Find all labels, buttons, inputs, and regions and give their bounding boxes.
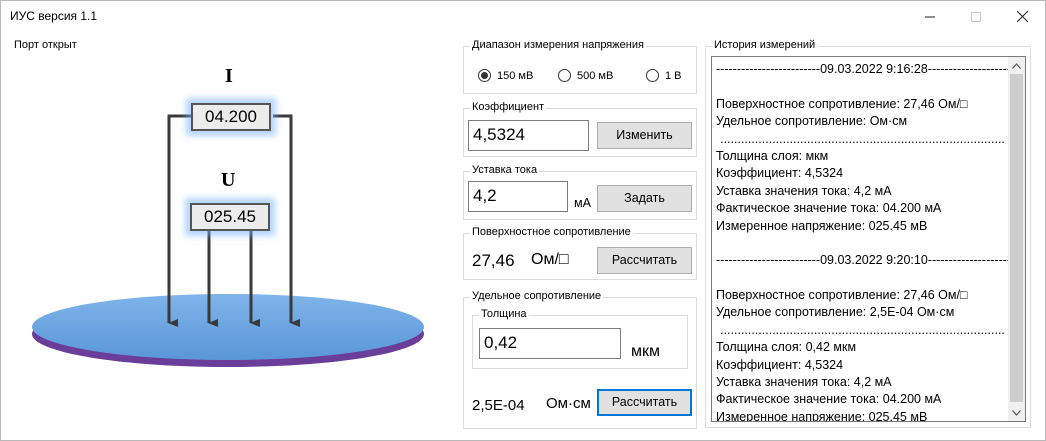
voltage-range-group: Диапазон измерения напряжения 150 мВ 500… xyxy=(463,39,697,94)
specific-resistance-unit: Ом·см xyxy=(546,395,591,412)
thickness-group: Толщина 0,42 мкм xyxy=(472,308,688,369)
change-coefficient-button[interactable]: Изменить xyxy=(597,122,692,149)
history-line: Измеренное напряжение: 025.45 мВ xyxy=(716,409,928,422)
range-radio-150mv[interactable]: 150 мВ xyxy=(478,69,533,82)
current-meter-display: 04.200 xyxy=(191,103,271,131)
specific-resistance-value: 2,5E-04 xyxy=(472,397,525,414)
close-icon xyxy=(1016,11,1028,22)
history-line: Измеренное напряжение: 025.45 мВ xyxy=(716,218,928,233)
thickness-input[interactable]: 0,42 xyxy=(479,328,621,359)
coefficient-input[interactable]: 4,5324 xyxy=(468,120,589,151)
maximize-button[interactable] xyxy=(953,1,999,32)
current-setpoint-title: Уставка тока xyxy=(470,164,540,176)
history-line xyxy=(716,235,1009,252)
current-wire-left xyxy=(167,114,191,327)
history-line xyxy=(716,270,1009,287)
app-window: ИУС версия 1.1 Порт открыт I 04.200 U 02… xyxy=(0,0,1046,441)
surface-resistance-group: Поверхностное сопротивление 27,46 Ом/□ Р… xyxy=(463,226,697,280)
history-line: Уставка значения тока: 4,2 мА xyxy=(716,183,892,198)
scrollbar-thumb[interactable] xyxy=(1010,74,1023,402)
current-wire-right xyxy=(273,114,300,327)
history-lines: -------------------------09.03.2022 9:16… xyxy=(716,61,1009,422)
history-line: Коэффициент: 4,5324 xyxy=(716,166,844,181)
specific-resistance-group: Удельное сопротивление Толщина 0,42 мкм … xyxy=(463,290,697,429)
history-line: Толщина слоя: 0,42 мкм xyxy=(716,340,857,355)
current-unit-label: мА xyxy=(574,196,591,210)
history-line: Толщина слоя: мкм xyxy=(716,148,829,163)
history-line: Коэффициент: 4,5324 xyxy=(716,357,844,372)
chevron-up-icon xyxy=(1012,62,1021,69)
history-line: Фактическое значение тока: 04.200 мА xyxy=(716,201,942,216)
voltage-symbol: U xyxy=(221,169,236,191)
history-line: Удельное сопротивление: Ом·см xyxy=(716,114,908,129)
radio-checked-icon xyxy=(478,69,491,82)
radio-unchecked-icon xyxy=(558,69,571,82)
range-radio-500mv[interactable]: 500 мВ xyxy=(558,69,613,82)
radio-unchecked-icon xyxy=(646,69,659,82)
scroll-up-button[interactable] xyxy=(1008,57,1025,74)
history-title: История измерений xyxy=(712,39,818,51)
sample-disc xyxy=(32,294,424,360)
coefficient-group: Коэффициент 4,5324 Изменить xyxy=(463,101,697,157)
close-button[interactable] xyxy=(999,1,1045,32)
current-setpoint-group: Уставка тока 4,2 мА Задать xyxy=(463,164,697,220)
history-textbox[interactable]: -------------------------09.03.2022 9:16… xyxy=(711,56,1026,422)
history-line: Поверхностное сопротивление: 27,46 Ом/□ xyxy=(716,288,968,303)
calculate-specific-button[interactable]: Рассчитать xyxy=(597,389,692,416)
voltage-meter-display: 025.45 xyxy=(190,203,270,231)
thickness-unit: мкм xyxy=(631,343,660,360)
history-scrollbar[interactable] xyxy=(1008,57,1025,421)
chevron-down-icon xyxy=(1012,409,1021,416)
calculate-surface-button[interactable]: Рассчитать xyxy=(597,247,692,274)
surface-resistance-unit: Ом/□ xyxy=(531,251,569,268)
minimize-button[interactable] xyxy=(907,1,953,32)
history-line: Поверхностное сопротивление: 27,46 Ом/□ xyxy=(716,96,968,111)
set-current-button[interactable]: Задать xyxy=(597,185,692,212)
scroll-down-button[interactable] xyxy=(1008,404,1025,421)
history-line: -------------------------09.03.2022 9:16… xyxy=(716,62,1009,76)
history-line: Удельное сопротивление: 2,5E-04 Ом·см xyxy=(716,305,955,320)
coefficient-title: Коэффициент xyxy=(470,101,547,113)
range-radio-1v[interactable]: 1 В xyxy=(646,69,682,82)
maximize-icon xyxy=(971,11,981,22)
current-setpoint-input[interactable]: 4,2 xyxy=(468,181,568,212)
history-line xyxy=(716,78,1009,95)
measurement-illustration: I 04.200 U 025.45 xyxy=(1,61,441,391)
history-line: ........................................… xyxy=(720,322,1005,337)
title-bar: ИУС версия 1.1 xyxy=(1,1,1045,32)
voltage-range-title: Диапазон измерения напряжения xyxy=(470,39,646,51)
history-line: Фактическое значение тока: 04.200 мА xyxy=(716,392,942,407)
history-line: Уставка значения тока: 4,2 мА xyxy=(716,375,892,390)
surface-resistance-title: Поверхностное сопротивление xyxy=(470,226,633,238)
port-status-label: Порт открыт xyxy=(14,39,77,51)
minimize-icon xyxy=(925,16,935,17)
history-line: -------------------------09.03.2022 9:20… xyxy=(716,253,1009,268)
current-symbol: I xyxy=(225,65,233,87)
surface-resistance-value: 27,46 xyxy=(472,251,515,270)
window-title: ИУС версия 1.1 xyxy=(10,9,98,23)
history-line: ........................................… xyxy=(720,131,1005,146)
specific-resistance-title: Удельное сопротивление xyxy=(470,290,604,302)
thickness-title: Толщина xyxy=(479,308,529,320)
